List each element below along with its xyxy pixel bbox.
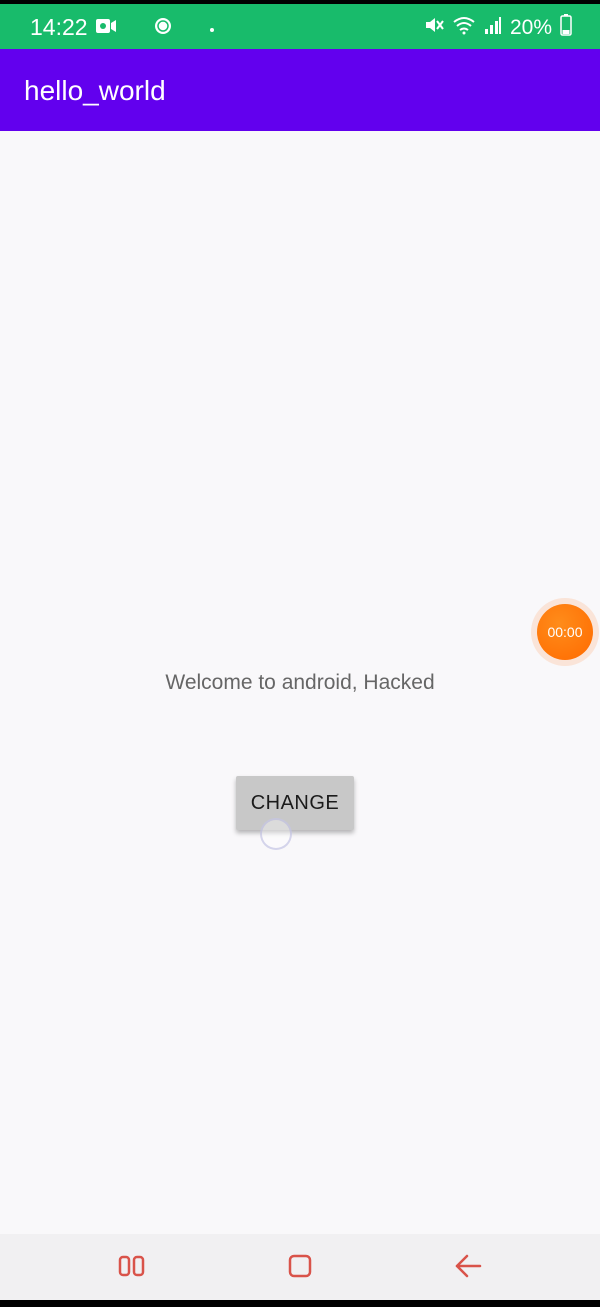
battery-icon [560, 14, 572, 41]
home-icon [287, 1253, 313, 1284]
notification-icons [95, 16, 215, 41]
recent-apps-button[interactable] [112, 1252, 152, 1284]
frame-bottom-edge [0, 1300, 600, 1307]
recorder-timer[interactable]: 00:00 [537, 604, 593, 660]
signal-icon [484, 15, 502, 40]
system-status-icons: 20% [424, 14, 572, 41]
phone-screen: 14:22 20% hello_world 00:00 Welcome to a… [0, 0, 600, 1307]
wifi-icon [452, 15, 476, 40]
dot-icon [209, 20, 215, 38]
back-button[interactable] [448, 1252, 488, 1284]
back-arrow-icon [454, 1253, 482, 1284]
touch-indicator [260, 818, 292, 850]
app-bar: hello_world [0, 49, 600, 131]
chat-bubble-icon [153, 16, 173, 41]
status-bar: 14:22 20% [0, 4, 600, 49]
app-title: hello_world [24, 75, 166, 106]
recent-apps-icon [117, 1254, 147, 1283]
change-button[interactable]: CHANGE [236, 776, 354, 830]
video-call-icon [95, 17, 117, 40]
navigation-bar [0, 1234, 600, 1300]
welcome-text: Welcome to android, Hacked [165, 671, 435, 694]
home-button[interactable] [280, 1252, 320, 1284]
battery-percentage: 20% [509, 15, 552, 39]
mute-icon [424, 15, 444, 40]
screen-recorder-bubble[interactable]: 00:00 [531, 598, 599, 666]
status-time: 14:22 [30, 14, 88, 40]
